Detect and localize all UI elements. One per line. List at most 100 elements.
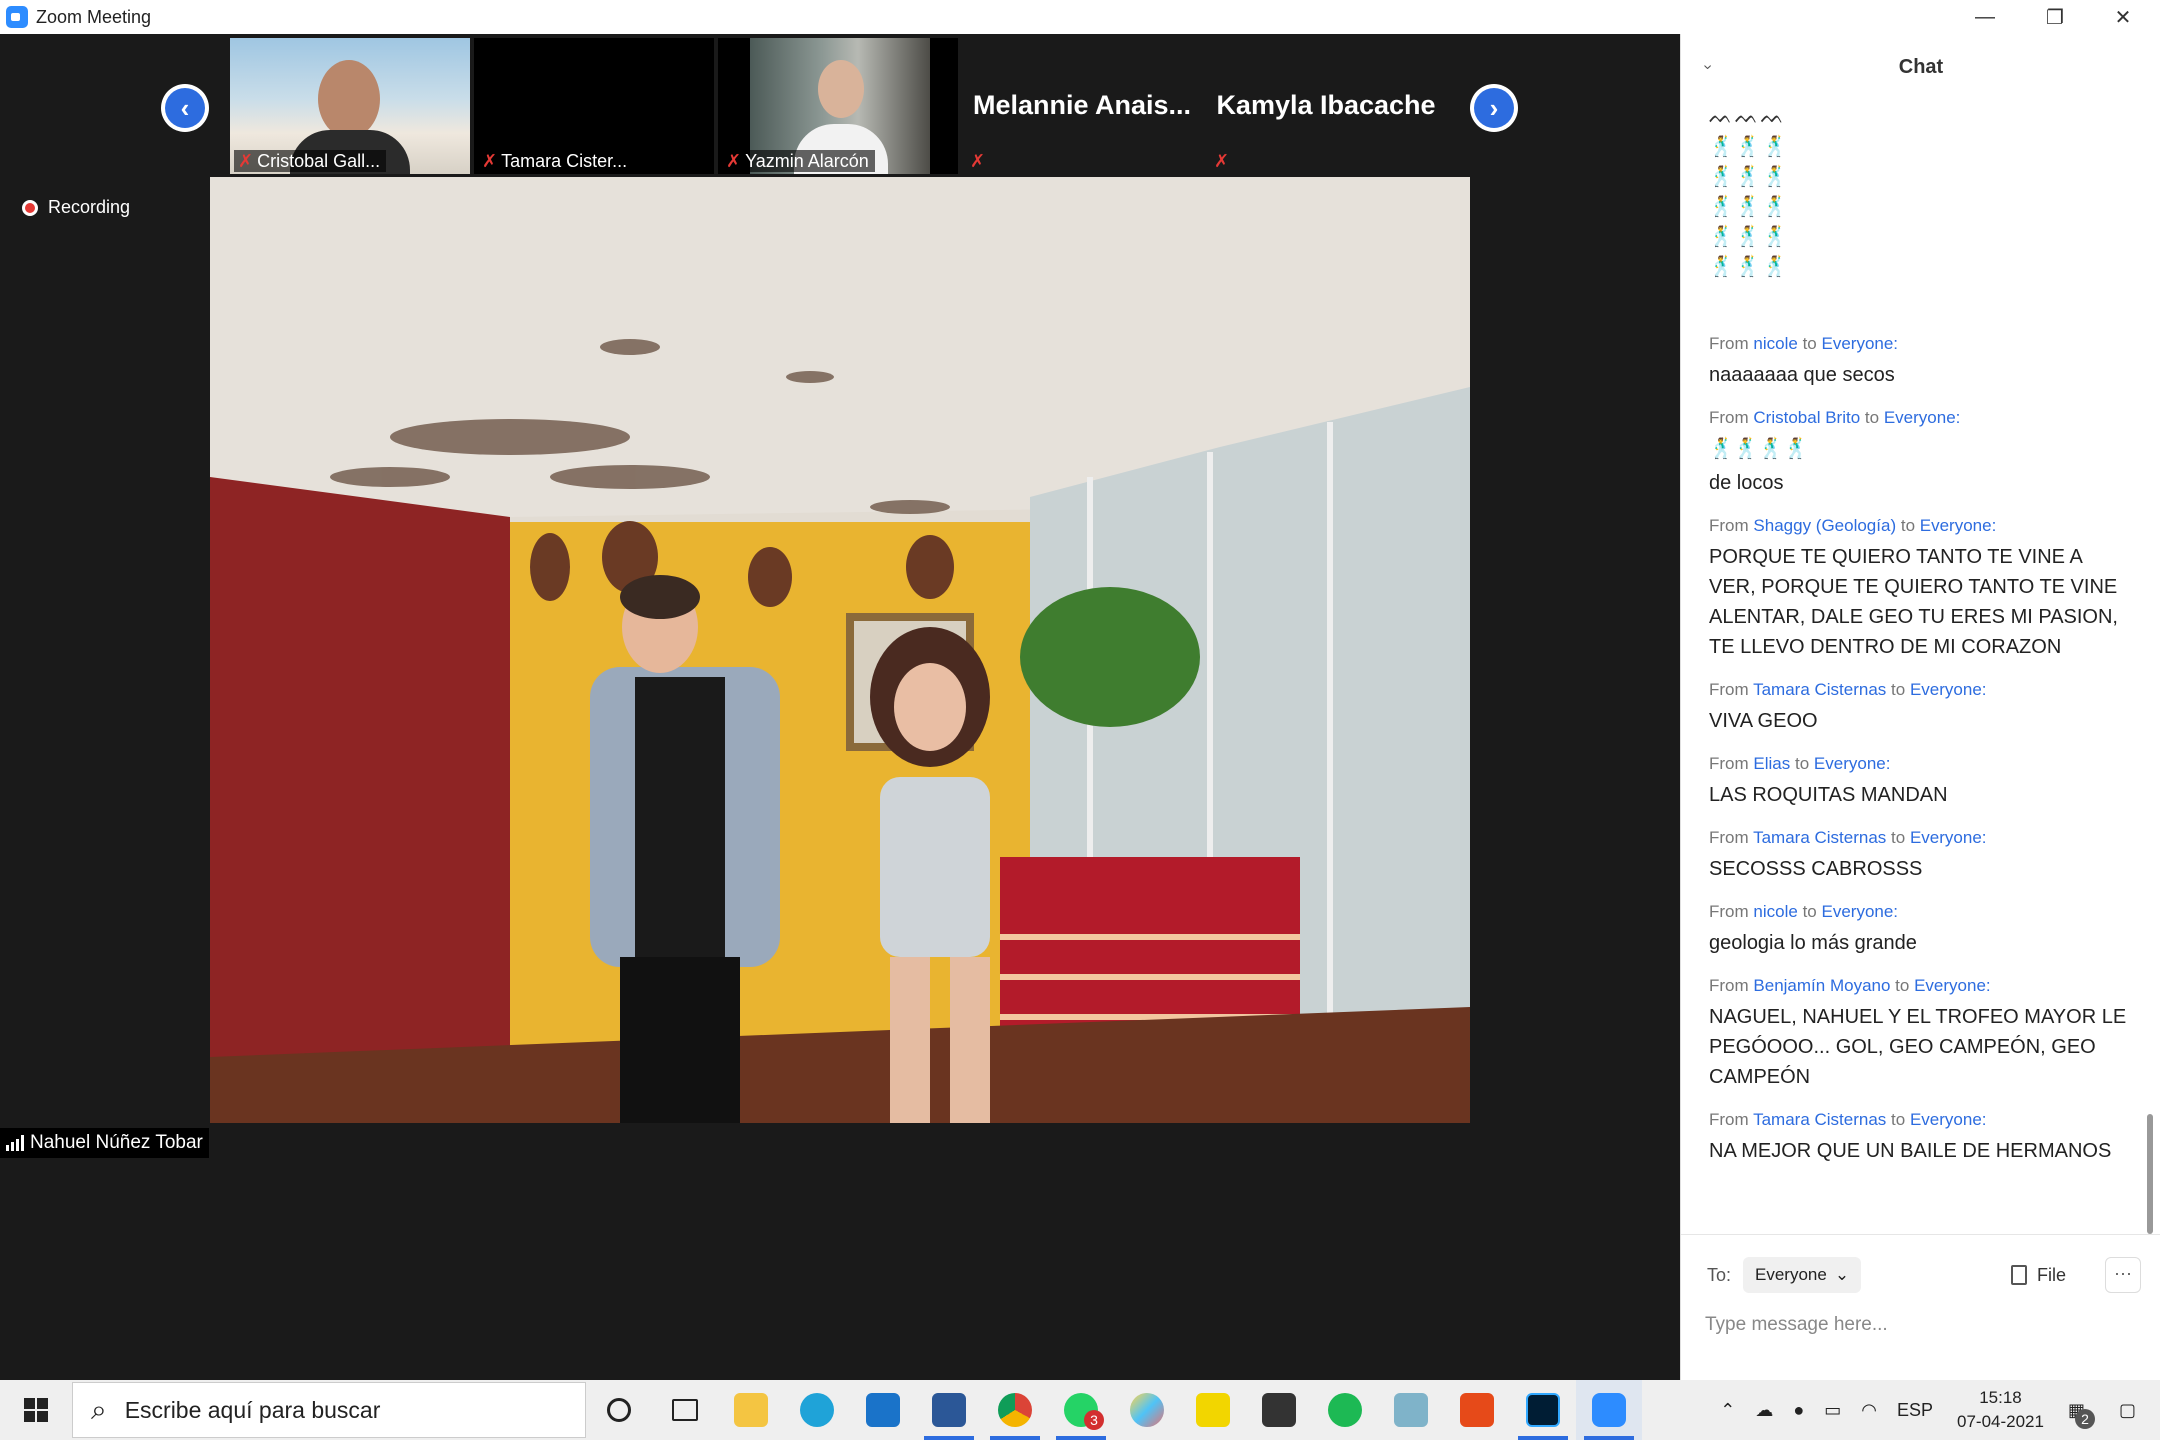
- participant-name-chip: ✗ Yazmin Alarcón: [722, 150, 875, 172]
- zoom-taskbar-button[interactable]: [1576, 1380, 1642, 1440]
- mic-muted-icon: ✗: [726, 150, 742, 171]
- restore-button[interactable]: ❐: [2020, 0, 2090, 34]
- participant-tile[interactable]: ✗ Yazmin Alarcón: [718, 38, 958, 174]
- recipient-select[interactable]: Everyone ⌄: [1743, 1257, 1862, 1293]
- participant-tile[interactable]: ✗ Tamara Cister...: [474, 38, 714, 174]
- app-tray-icon[interactable]: ▦ 2: [2058, 1400, 2095, 1429]
- message-sender[interactable]: Tamara Cisternas: [1753, 680, 1886, 699]
- message-sender[interactable]: Cristobal Brito: [1753, 408, 1860, 427]
- chat-message: From Benjamín Moyano to Everyone: NAGUEL…: [1709, 974, 2129, 1092]
- clock-date: 07-04-2021: [1957, 1412, 2044, 1431]
- to-label: to: [1864, 408, 1880, 427]
- edge-button[interactable]: [784, 1380, 850, 1440]
- wifi-icon[interactable]: ◠: [1851, 1400, 1887, 1421]
- message-recipient[interactable]: Everyone:: [1814, 754, 1891, 773]
- battery-icon[interactable]: ▭: [1814, 1400, 1851, 1421]
- close-button[interactable]: ✕: [2088, 0, 2158, 34]
- message-text: de locos: [1709, 472, 1784, 494]
- taskbar-clock[interactable]: 15:18 07-04-2021: [1943, 1386, 2058, 1434]
- minimize-button[interactable]: —: [1950, 0, 2020, 34]
- message-sender[interactable]: nicole: [1753, 902, 1797, 921]
- system-tray: ⌃ ☁ ● ▭ ◠ ESP 15:18 07-04-2021 ▦ 2 ▢: [1710, 1380, 2160, 1440]
- chevron-up-icon[interactable]: ⌃: [1710, 1400, 1745, 1421]
- send-file-button[interactable]: File: [2011, 1257, 2066, 1293]
- message-sender[interactable]: Elias: [1753, 754, 1790, 773]
- sticky-note-icon: [1196, 1393, 1230, 1427]
- chat-message: From Tamara Cisternas to Everyone: NA ME…: [1709, 1108, 2129, 1166]
- chrome-button[interactable]: [982, 1380, 1048, 1440]
- from-label: From: [1709, 680, 1749, 699]
- chat-composer: To: Everyone ⌄ File ···: [1681, 1234, 2160, 1380]
- emoji-row: 🕺🕺🕺: [1709, 136, 1790, 158]
- notification-count-badge: 3: [1084, 1410, 1104, 1430]
- office-button[interactable]: [1444, 1380, 1510, 1440]
- spotify-icon: [1328, 1393, 1362, 1427]
- emoji-row: ᨓᨓᨓ: [1709, 106, 1787, 128]
- windows-logo-icon: [24, 1398, 48, 1422]
- message-recipient[interactable]: Everyone:: [1821, 902, 1898, 921]
- emoji-row: 🕺🕺🕺: [1709, 256, 1790, 278]
- message-recipient[interactable]: Everyone:: [1884, 408, 1961, 427]
- message-recipient[interactable]: Everyone:: [1910, 828, 1987, 847]
- message-text: NA MEJOR QUE UN BAILE DE HERMANOS: [1709, 1140, 2112, 1162]
- whatsapp-button[interactable]: 3: [1048, 1380, 1114, 1440]
- chat-scrollbar[interactable]: [2147, 1114, 2153, 1234]
- word-button[interactable]: [916, 1380, 982, 1440]
- recipient-label: To:: [1707, 1265, 1732, 1285]
- message-meta: From Tamara Cisternas to Everyone:: [1709, 1108, 2129, 1132]
- participant-face: [318, 60, 380, 138]
- photoshop-button[interactable]: [1510, 1380, 1576, 1440]
- chat-panel: › Chat ᨓᨓᨓ 🕺🕺🕺 🕺🕺🕺 🕺🕺🕺 🕺🕺🕺 🕺🕺🕺 From nico…: [1680, 34, 2160, 1380]
- taskbar-search-box[interactable]: ⌕ Escribe aquí para buscar: [72, 1382, 586, 1438]
- message-recipient[interactable]: Everyone:: [1920, 516, 1997, 535]
- mail-button[interactable]: [850, 1380, 916, 1440]
- cortana-button[interactable]: [586, 1380, 652, 1440]
- windows-taskbar: ⌕ Escribe aquí para buscar 3 ⌃ ☁ ● ▭ ◠ E…: [0, 1380, 2160, 1440]
- message-sender[interactable]: nicole: [1753, 334, 1797, 353]
- message-sender[interactable]: Tamara Cisternas: [1753, 1110, 1886, 1129]
- message-recipient[interactable]: Everyone:: [1821, 334, 1898, 353]
- chat-message-input[interactable]: [1705, 1305, 2135, 1345]
- chat-message-list: ᨓᨓᨓ 🕺🕺🕺 🕺🕺🕺 🕺🕺🕺 🕺🕺🕺 🕺🕺🕺 From nicole to E…: [1709, 102, 2129, 1182]
- message-sender[interactable]: Benjamín Moyano: [1753, 976, 1890, 995]
- microphone-icon[interactable]: ●: [1783, 1400, 1814, 1421]
- participant-tile[interactable]: ✗ Cristobal Gall...: [230, 38, 470, 174]
- gallery-prev-button[interactable]: ‹: [161, 84, 209, 132]
- message-sender[interactable]: Tamara Cisternas: [1753, 828, 1886, 847]
- task-view-button[interactable]: [652, 1380, 718, 1440]
- notification-count-badge: 2: [2074, 1408, 2095, 1429]
- active-speaker-name-chip: Nahuel Núñez Tobar: [0, 1128, 209, 1158]
- message-text: SECOSSS CABROSSS: [1709, 858, 1923, 880]
- message-text: VIVA GEOO: [1709, 710, 1818, 732]
- photoshop-icon: [1526, 1393, 1560, 1427]
- record-icon: [22, 199, 38, 216]
- participant-tile[interactable]: Kamyla Ibacache ✗: [1206, 38, 1446, 174]
- mic-muted-icon: ✗: [970, 150, 986, 171]
- from-label: From: [1709, 334, 1749, 353]
- store-button[interactable]: [1246, 1380, 1312, 1440]
- file-explorer-button[interactable]: [718, 1380, 784, 1440]
- message-sender[interactable]: Shaggy (Geología): [1753, 516, 1896, 535]
- participant-tile[interactable]: Melannie Anais... ✗: [962, 38, 1202, 174]
- message-recipient[interactable]: Everyone:: [1914, 976, 1991, 995]
- message-text: 🕺🕺🕺🕺: [1709, 438, 1809, 460]
- mail-icon: [866, 1393, 900, 1427]
- paint-button[interactable]: [1114, 1380, 1180, 1440]
- language-indicator[interactable]: ESP: [1887, 1400, 1943, 1421]
- app-button[interactable]: [1378, 1380, 1444, 1440]
- cloud-icon[interactable]: ☁: [1745, 1400, 1783, 1421]
- mic-muted-icon: ✗: [482, 150, 498, 171]
- gallery-next-button[interactable]: ›: [1470, 84, 1518, 132]
- participant-name: Tamara Cister...: [501, 150, 628, 171]
- signal-strength-icon: [6, 1135, 24, 1151]
- to-label: to: [1891, 1110, 1906, 1129]
- message-recipient[interactable]: Everyone:: [1910, 1110, 1987, 1129]
- spotify-button[interactable]: [1312, 1380, 1378, 1440]
- start-button[interactable]: [0, 1380, 72, 1440]
- participant-name-chip: ✗ Cristobal Gall...: [234, 150, 387, 172]
- sticky-notes-button[interactable]: [1180, 1380, 1246, 1440]
- message-meta: From Tamara Cisternas to Everyone:: [1709, 826, 2129, 850]
- action-center-icon[interactable]: ▢: [2095, 1400, 2160, 1421]
- more-options-button[interactable]: ···: [2105, 1257, 2141, 1293]
- message-recipient[interactable]: Everyone:: [1910, 680, 1987, 699]
